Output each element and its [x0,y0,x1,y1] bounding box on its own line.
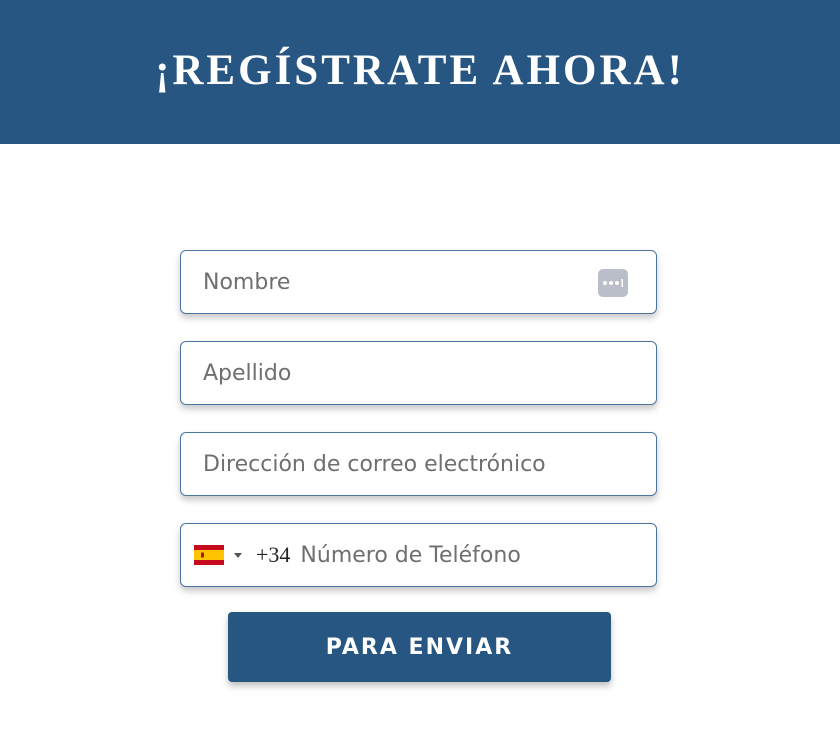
country-selector[interactable]: +34 [181,524,290,586]
password-dots-icon[interactable] [598,269,628,297]
page-title: ¡REGÍSTRATE AHORA! [155,46,685,94]
header-banner: ¡REGÍSTRATE AHORA! [0,0,840,144]
first-name-input[interactable] [181,251,656,313]
email-input[interactable] [181,433,656,495]
first-name-field [180,250,657,314]
phone-input[interactable] [290,524,656,586]
registration-card: ¡REGÍSTRATE AHORA! Nombre Apellido Direc… [0,0,840,742]
email-field [180,432,657,496]
spain-flag-icon [194,545,224,565]
submit-button[interactable]: PARA ENVIAR [228,612,611,682]
last-name-input[interactable] [181,342,656,404]
caret-down-icon [234,552,242,558]
phone-field: +34 [180,523,657,587]
dial-code: +34 [256,542,291,567]
last-name-field [180,341,657,405]
